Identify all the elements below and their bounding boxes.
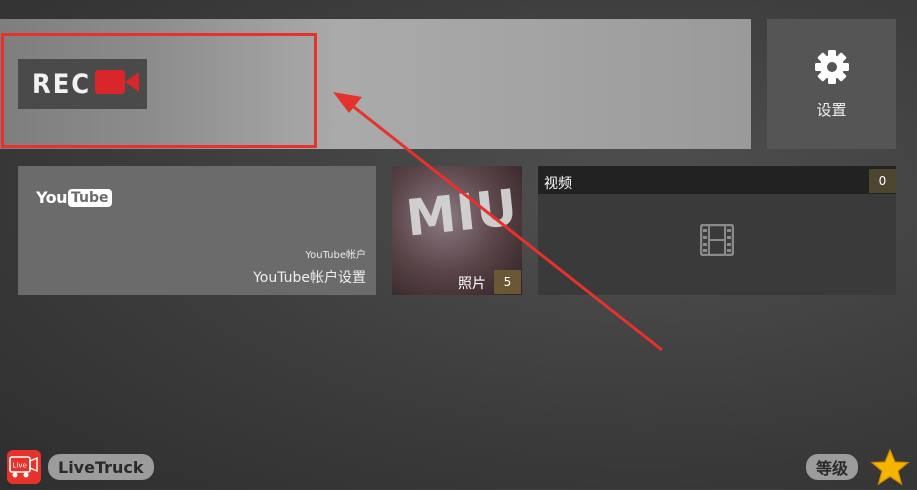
youtube-logo: You Tube bbox=[36, 188, 112, 207]
app-logo-text: Live bbox=[13, 462, 27, 470]
film-icon bbox=[699, 223, 735, 260]
gear-icon bbox=[814, 49, 850, 89]
photo-thumbnail-text: MIU bbox=[403, 178, 521, 248]
app-name-label[interactable]: LiveTruck bbox=[48, 454, 154, 480]
settings-tile[interactable]: 设置 bbox=[767, 19, 896, 149]
videos-count-badge: 0 bbox=[869, 169, 896, 193]
rate-button[interactable]: 等级 bbox=[806, 454, 859, 480]
videos-label: 视频 bbox=[544, 176, 572, 192]
youtube-logo-tube: Tube bbox=[68, 188, 112, 207]
app-logo-icon[interactable]: Live bbox=[7, 450, 41, 484]
photos-count-badge: 5 bbox=[494, 270, 521, 294]
youtube-account-caption: YouTube帐户 bbox=[305, 250, 366, 261]
photos-label: 照片 bbox=[458, 276, 486, 292]
settings-label: 设置 bbox=[816, 100, 847, 119]
highlight-annotation-box bbox=[1, 33, 317, 148]
youtube-account-settings-label: YouTube帐户设置 bbox=[253, 270, 366, 286]
youtube-logo-you: You bbox=[36, 188, 68, 207]
youtube-account-tile[interactable]: You Tube YouTube帐户 YouTube帐户设置 bbox=[18, 166, 376, 295]
star-icon[interactable] bbox=[870, 448, 910, 490]
videos-tile[interactable]: 视频 bbox=[538, 166, 896, 295]
videos-header: 视频 bbox=[538, 166, 896, 194]
